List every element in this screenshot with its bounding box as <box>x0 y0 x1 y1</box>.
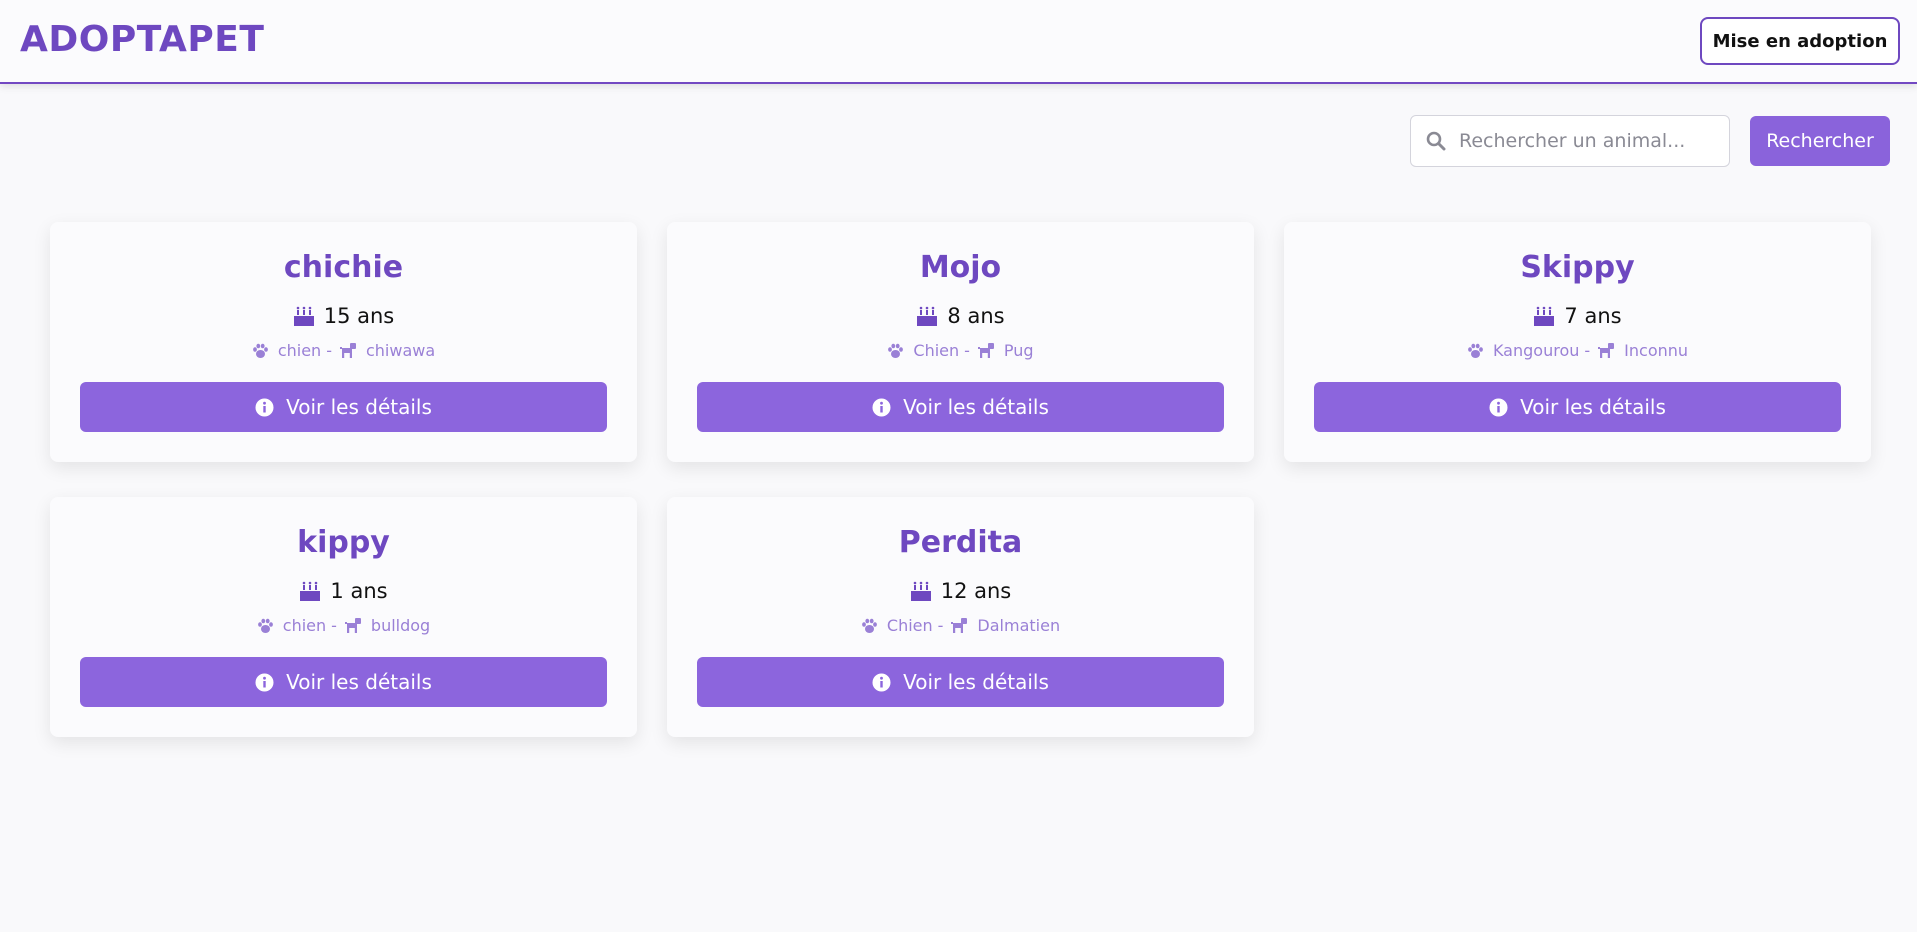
search-input[interactable] <box>1459 130 1719 152</box>
button-label: Voir les détails <box>286 670 432 694</box>
animal-card-skippy: Skippy 7 ans Kangourou - Inconnu Voir le… <box>1284 222 1871 462</box>
info-icon <box>255 398 274 417</box>
animal-meta: Chien - Pug <box>667 341 1254 360</box>
animal-card-perdita: Perdita 12 ans Chien - Dalmatien Voir le… <box>667 497 1254 737</box>
dog-icon <box>950 617 968 634</box>
dog-icon <box>339 342 357 359</box>
animal-age: 12 ans <box>667 579 1254 603</box>
animal-meta: chien - chiwawa <box>50 341 637 360</box>
button-label: Voir les détails <box>1520 395 1666 419</box>
search-icon <box>1425 130 1447 152</box>
age-text: 7 ans <box>1564 304 1622 328</box>
meta-separator: - <box>331 616 337 635</box>
birthday-cake-icon <box>299 580 321 602</box>
dog-icon <box>344 617 362 634</box>
dog-icon <box>977 342 995 359</box>
breed-text: Pug <box>1003 341 1034 360</box>
animal-card-chichie: chichie 15 ans chien - chiwawa Voir les … <box>50 222 637 462</box>
voir-details-button[interactable]: Voir les détails <box>697 382 1224 432</box>
animal-name: chichie <box>283 250 404 285</box>
animal-age: 1 ans <box>50 579 637 603</box>
breed-text: Dalmatien <box>977 616 1061 635</box>
animal-name: Skippy <box>1520 250 1635 285</box>
paw-icon <box>252 343 269 359</box>
animal-card-mojo: Mojo 8 ans Chien - Pug Voir les détails <box>667 222 1254 462</box>
animal-name: Perdita <box>898 525 1023 560</box>
meta-separator: - <box>1584 341 1591 360</box>
brand-logo[interactable]: ADOPTAPET <box>20 19 264 60</box>
mise-en-adoption-button[interactable]: Mise en adoption <box>1700 17 1900 65</box>
species-text: chien <box>282 616 327 635</box>
animal-age: 8 ans <box>667 304 1254 328</box>
voir-details-button[interactable]: Voir les détails <box>80 657 607 707</box>
paw-icon <box>887 343 904 359</box>
paw-icon <box>1467 343 1484 359</box>
meta-separator: - <box>964 341 970 360</box>
top-navbar: ADOPTAPET Mise en adoption <box>0 0 1917 84</box>
animal-meta: chien - bulldog <box>50 616 637 635</box>
birthday-cake-icon <box>1533 305 1555 327</box>
search-box <box>1410 115 1730 167</box>
animal-meta: Chien - Dalmatien <box>667 616 1254 635</box>
animal-name: kippy <box>297 525 390 560</box>
voir-details-button[interactable]: Voir les détails <box>1314 382 1841 432</box>
info-icon <box>255 673 274 692</box>
species-text: Kangourou <box>1492 341 1580 360</box>
dog-icon <box>1597 342 1615 359</box>
meta-separator: - <box>937 616 944 635</box>
voir-details-button[interactable]: Voir les détails <box>80 382 607 432</box>
voir-details-button[interactable]: Voir les détails <box>697 657 1224 707</box>
info-icon <box>872 398 891 417</box>
breed-text: bulldog <box>370 616 431 635</box>
animal-card-kippy: kippy 1 ans chien - bulldog Voir les dét… <box>50 497 637 737</box>
animal-name: Mojo <box>919 250 1002 285</box>
age-text: 1 ans <box>330 579 388 603</box>
button-label: Voir les détails <box>286 395 432 419</box>
age-text: 8 ans <box>947 304 1005 328</box>
paw-icon <box>861 618 878 634</box>
species-text: Chien <box>913 341 960 360</box>
age-text: 15 ans <box>323 304 395 328</box>
button-label: Voir les détails <box>903 395 1049 419</box>
species-text: Chien <box>886 616 933 635</box>
birthday-cake-icon <box>910 580 932 602</box>
birthday-cake-icon <box>293 305 315 327</box>
animal-age: 15 ans <box>50 304 637 328</box>
breed-text: Inconnu <box>1624 341 1689 360</box>
species-text: chien <box>277 341 322 360</box>
meta-separator: - <box>326 341 332 360</box>
search-button[interactable]: Rechercher <box>1750 116 1890 166</box>
age-text: 12 ans <box>940 579 1012 603</box>
animal-age: 7 ans <box>1284 304 1871 328</box>
info-icon <box>872 673 891 692</box>
animal-meta: Kangourou - Inconnu <box>1284 341 1871 360</box>
paw-icon <box>257 618 274 634</box>
info-icon <box>1489 398 1508 417</box>
button-label: Voir les détails <box>903 670 1049 694</box>
birthday-cake-icon <box>916 305 938 327</box>
breed-text: chiwawa <box>365 341 436 360</box>
